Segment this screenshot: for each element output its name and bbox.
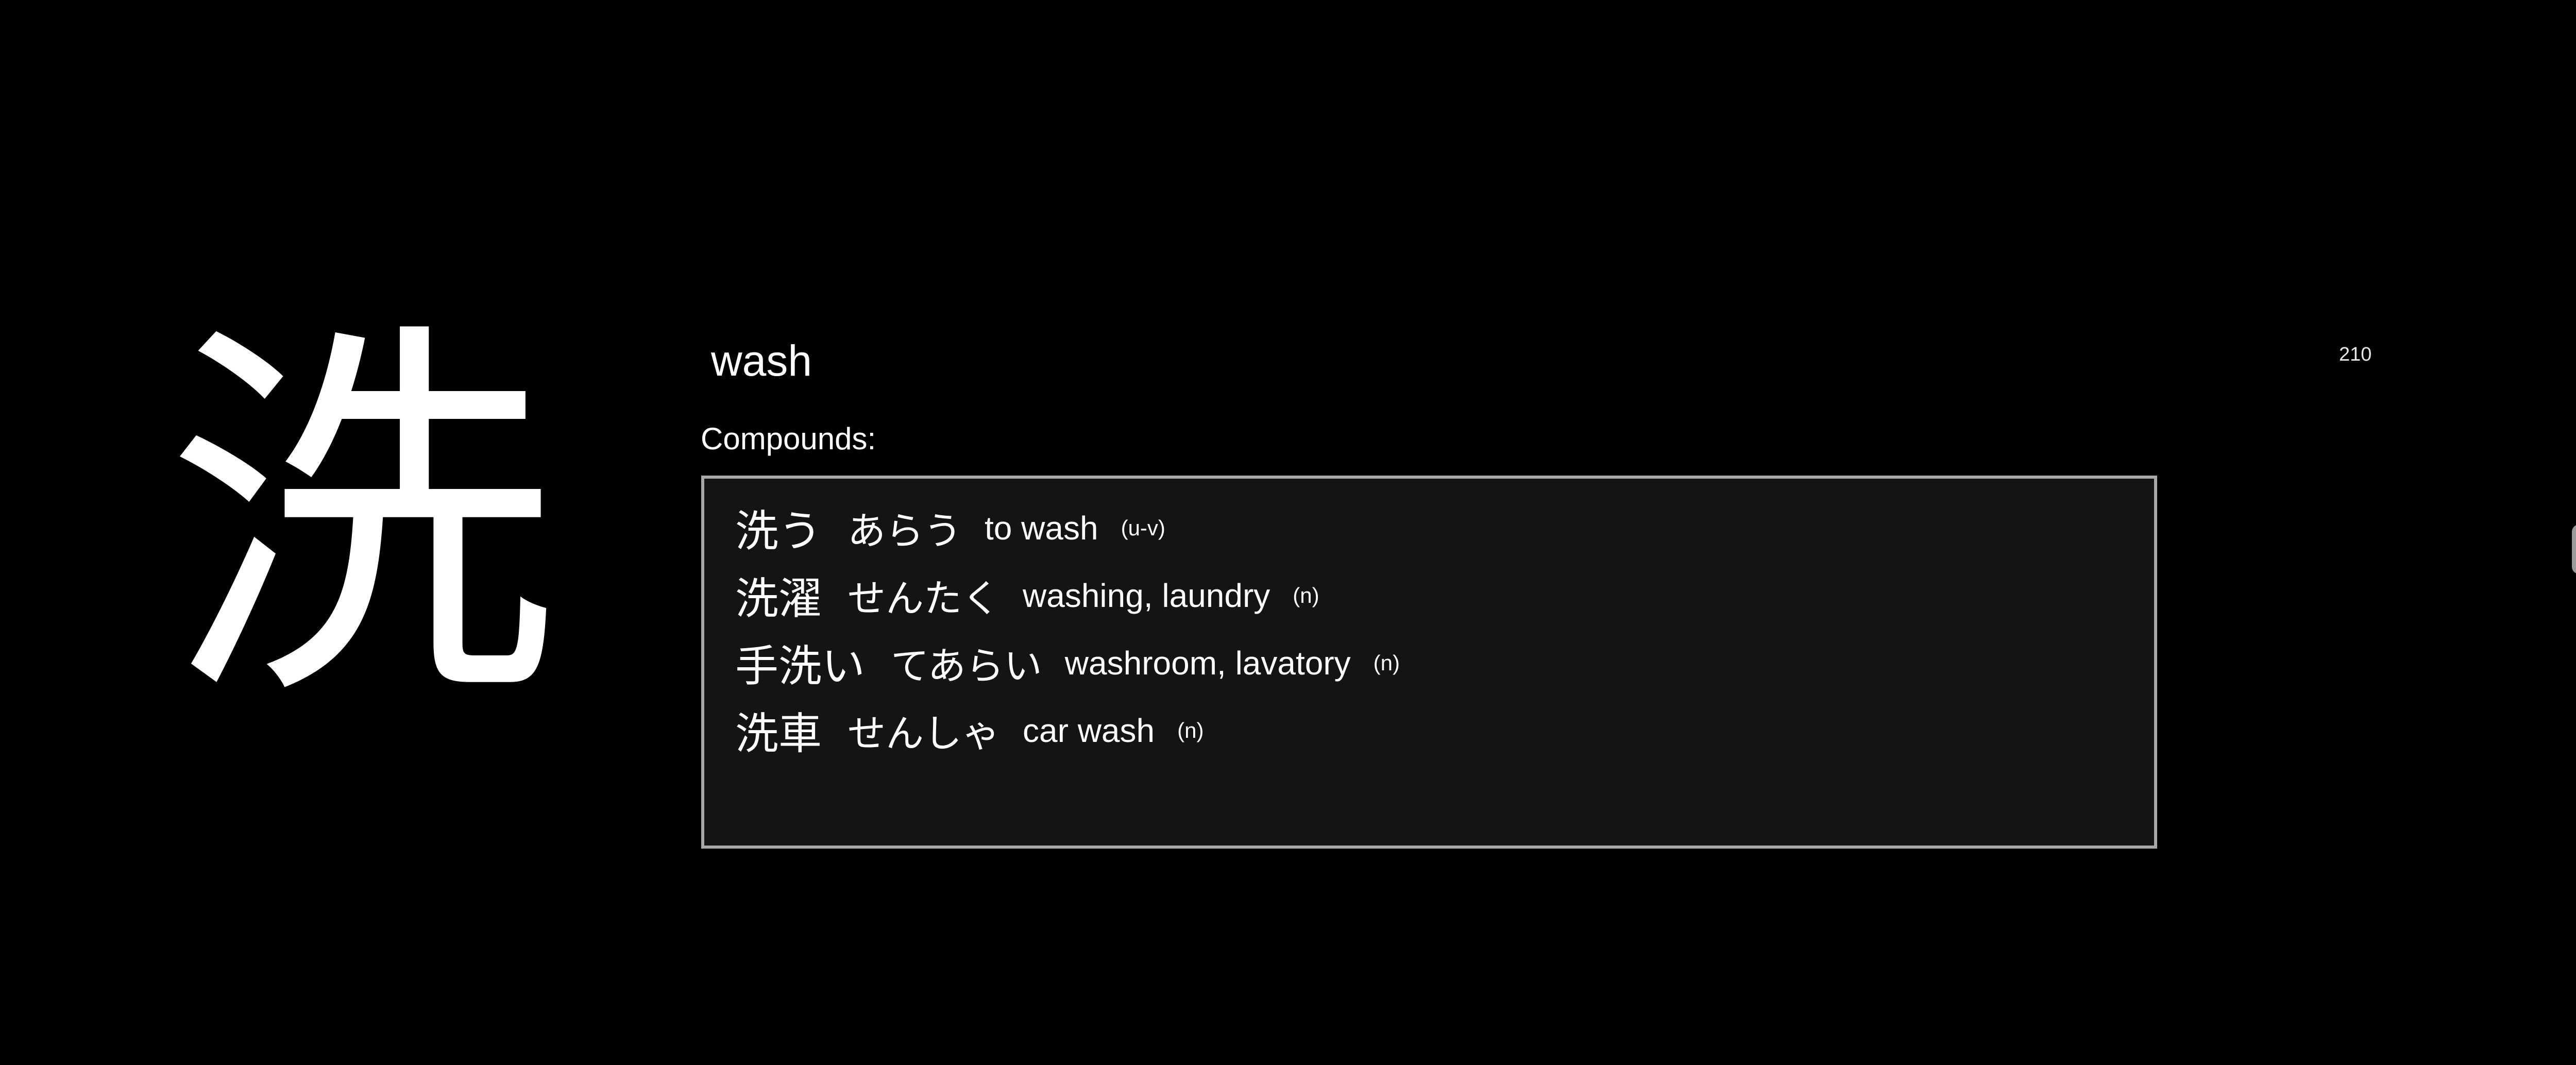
compound-part-of-speech: (n) <box>1373 650 1400 675</box>
compound-word: 洗濯 <box>735 573 822 624</box>
compound-row: 手洗い てあらい washroom, lavatory (n) <box>735 629 2154 697</box>
compounds-label: Compounds: <box>701 421 876 456</box>
compound-gloss: washing, laundry <box>1023 577 1270 614</box>
compound-row: 洗う あらう to wash (u-v) <box>735 494 2154 562</box>
compound-gloss: washroom, lavatory <box>1064 644 1351 682</box>
compound-reading: せんしゃ <box>848 712 1001 756</box>
compound-word: 洗車 <box>735 708 822 759</box>
compound-word: 手洗い <box>735 641 866 691</box>
compound-part-of-speech: (n) <box>1293 583 1319 607</box>
compounds-list: 洗う あらう to wash (u-v) 洗濯 せんたく washing, la… <box>701 476 2157 849</box>
compound-part-of-speech: (u-v) <box>1121 515 1165 540</box>
compound-row: 洗濯 せんたく washing, laundry (n) <box>735 562 2154 629</box>
compound-part-of-speech: (n) <box>1177 718 1204 742</box>
kanji-meaning: wash <box>711 336 812 385</box>
card-counter: 210 <box>2339 344 2372 365</box>
compound-gloss: car wash <box>1023 712 1155 749</box>
compound-row: 洗車 せんしゃ car wash (n) <box>735 697 2154 764</box>
compound-reading: せんたく <box>848 577 1001 621</box>
compound-word: 洗う <box>735 506 822 556</box>
scrollbar-handle[interactable] <box>2572 525 2576 574</box>
compound-reading: あらう <box>848 509 962 553</box>
compound-reading: てあらい <box>891 644 1042 688</box>
compound-gloss: to wash <box>985 509 1098 547</box>
kanji-character: 洗 <box>165 293 556 748</box>
flashcard-page: 洗 wash 210 Compounds: 洗う あらう to wash (u-… <box>0 0 2576 1065</box>
